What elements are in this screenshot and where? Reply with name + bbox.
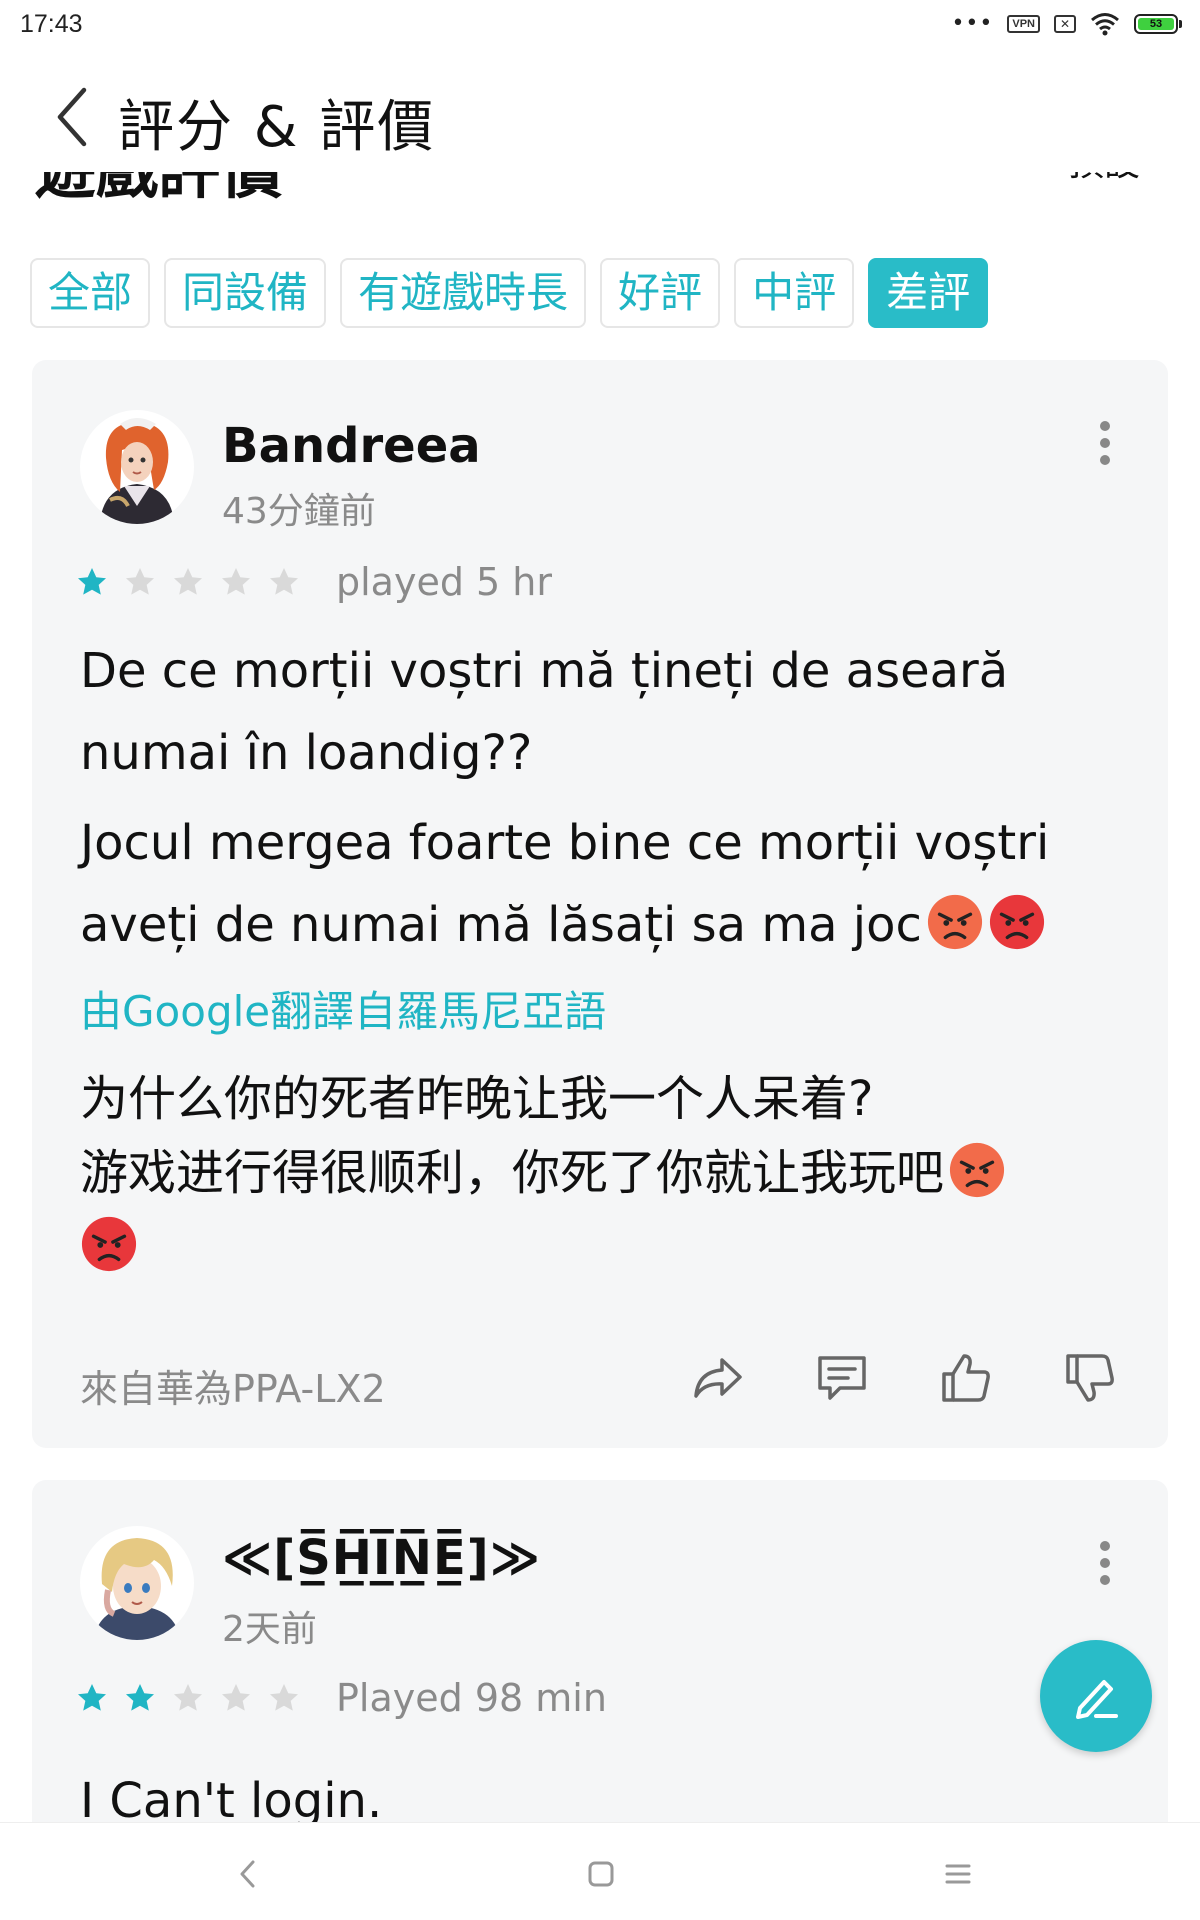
no-sim-icon: ✕: [1054, 15, 1076, 33]
star-empty-icon: [222, 1684, 250, 1711]
translated-line-text: 游戏进行得很顺利，你死了你就让我玩吧: [80, 1145, 945, 1201]
translated-line: [80, 1210, 1130, 1284]
star-filled-icon: [78, 568, 106, 595]
angry-emoji: [949, 1142, 1005, 1198]
more-icon[interactable]: [1098, 1540, 1112, 1586]
back-icon[interactable]: [52, 86, 92, 148]
vpn-icon: VPN: [1007, 15, 1040, 33]
review-card: Bandreea 43分鐘前 played 5 hr De ce morții …: [32, 360, 1168, 1448]
star-empty-icon: [174, 1684, 202, 1711]
system-nav-bar: [0, 1822, 1200, 1920]
nav-menu-icon[interactable]: [945, 1863, 971, 1885]
write-review-button[interactable]: [1040, 1640, 1152, 1752]
angry-emoji: [81, 1216, 137, 1272]
more-notifications-icon: •••: [951, 11, 994, 36]
review-body: De ce morții voștri mă țineți de aseară …: [80, 630, 1130, 1284]
app-header: 評分 & 評價: [0, 62, 1200, 172]
edit-icon: [1076, 1680, 1118, 1719]
filter-with-playtime[interactable]: 有遊戲時長: [340, 258, 587, 328]
thumbs-up-icon[interactable]: [938, 1350, 994, 1406]
battery-icon: 53: [1134, 14, 1182, 34]
device-label: 來自華為PPA-LX2: [80, 1367, 386, 1411]
filter-same-device[interactable]: 同設備: [164, 258, 327, 328]
translated-text: 为什么你的死者昨晚让我一个人呆着? 游戏进行得很顺利，你死了你就让我玩吧: [80, 1062, 1130, 1284]
filter-negative[interactable]: 差評: [868, 258, 989, 328]
filter-all[interactable]: 全部: [30, 258, 151, 328]
review-paragraph: Jocul mergea foarte bine ce morții voștr…: [80, 802, 1130, 966]
review-time: 43分鐘前: [222, 491, 376, 532]
star-empty-icon: [270, 1684, 298, 1711]
translation-link[interactable]: 由Google翻譯自羅馬尼亞語: [80, 984, 1130, 1040]
star-empty-icon: [174, 568, 202, 595]
star-empty-icon: [222, 568, 250, 595]
translated-line: 游戏进行得很顺利，你死了你就让我玩吧: [80, 1136, 1130, 1210]
share-icon[interactable]: [690, 1350, 746, 1406]
filter-positive[interactable]: 好評: [600, 258, 721, 328]
username[interactable]: ≪[S̲̅H̲̅I̲̅N̲̅E̲̅]≫: [222, 1530, 541, 1586]
status-icons: ••• VPN ✕ 53: [951, 11, 1182, 36]
more-icon[interactable]: [1098, 420, 1112, 466]
status-time: 17:43: [20, 10, 83, 38]
nav-home-icon[interactable]: [588, 1861, 614, 1887]
playtime: Played 98 min: [336, 1676, 607, 1720]
comment-icon[interactable]: [814, 1350, 870, 1406]
star-empty-icon: [126, 568, 154, 595]
review-filters: 全部 同設備 有遊戲時長 好評 中評 差評: [30, 258, 989, 328]
rating-row: Played 98 min: [76, 1676, 607, 1720]
review-actions: [690, 1350, 1118, 1406]
username[interactable]: Bandreea: [222, 418, 481, 474]
angry-emoji: [927, 894, 982, 950]
angry-emoji: [989, 894, 1044, 950]
star-filled-icon: [126, 1684, 154, 1711]
review-paragraph-text: Jocul mergea foarte bine ce morții voștr…: [80, 815, 1050, 953]
page-title: 評分 & 評價: [118, 95, 436, 160]
playtime: played 5 hr: [336, 560, 552, 604]
wifi-icon: [1091, 13, 1119, 36]
thumbs-down-icon[interactable]: [1062, 1350, 1118, 1406]
review-paragraph: De ce morții voștri mă țineți de aseară …: [80, 643, 1009, 781]
app-screen: 17:43 ••• VPN ✕ 53 評分 & 評價 遊戲評價 預設 全部: [0, 0, 1200, 1920]
translated-line: 为什么你的死者昨晚让我一个人呆着?: [80, 1071, 874, 1127]
star-empty-icon: [270, 568, 298, 595]
status-bar: 17:43 ••• VPN ✕ 53: [0, 0, 1200, 52]
avatar[interactable]: [80, 1526, 194, 1640]
battery-level: 53: [1138, 18, 1174, 30]
avatar[interactable]: [80, 410, 194, 524]
review-time: 2天前: [222, 1609, 317, 1650]
star-filled-icon: [78, 1684, 106, 1711]
filter-neutral[interactable]: 中評: [734, 258, 855, 328]
rating-row: played 5 hr: [76, 560, 552, 604]
nav-back-icon[interactable]: [238, 1859, 258, 1889]
